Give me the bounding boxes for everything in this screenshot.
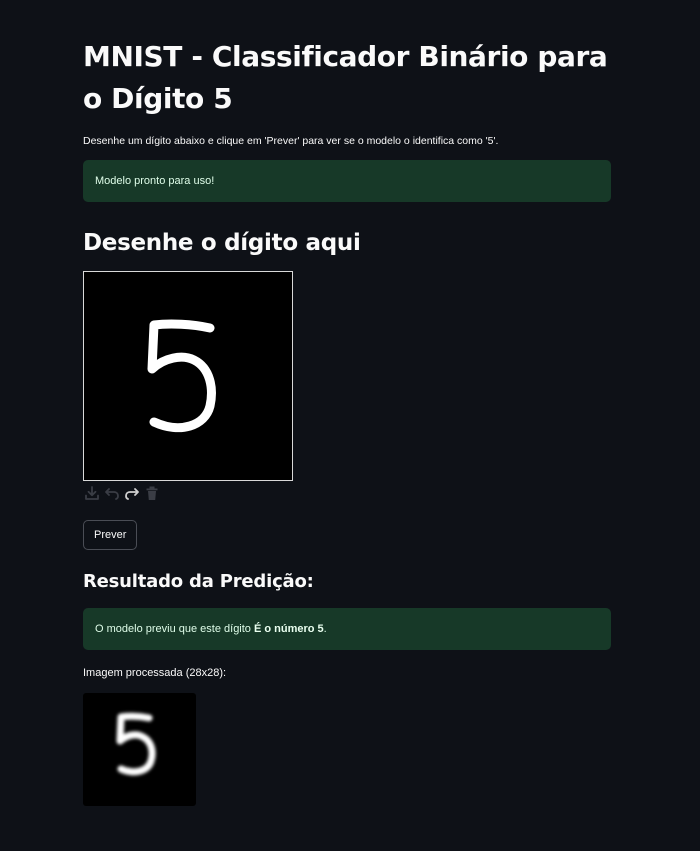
download-icon[interactable] bbox=[83, 484, 101, 502]
result-message-suffix: . bbox=[323, 623, 327, 635]
main-container: MNIST - Classificador Binário para o Díg… bbox=[83, 36, 611, 806]
undo-icon[interactable] bbox=[103, 484, 121, 502]
status-message: Modelo pronto para uso! bbox=[95, 175, 215, 187]
processed-image bbox=[83, 693, 196, 806]
trash-icon[interactable] bbox=[143, 484, 161, 502]
result-heading: Resultado da Predição: bbox=[83, 571, 314, 592]
canvas-heading: Desenhe o dígito aqui bbox=[83, 230, 361, 256]
result-alert: O modelo previu que este dígito É o núme… bbox=[83, 608, 611, 650]
processed-image-caption: Imagem processada (28x28): bbox=[83, 667, 227, 679]
canvas-toolbar bbox=[83, 484, 161, 502]
result-message-prefix: O modelo previu que este dígito bbox=[95, 623, 254, 635]
status-alert: Modelo pronto para uso! bbox=[83, 160, 611, 202]
page-title: MNIST - Classificador Binário para o Díg… bbox=[83, 40, 608, 115]
drawn-digit-stroke bbox=[147, 319, 216, 433]
result-message-emphasis: É o número 5 bbox=[253, 623, 324, 635]
page-description: Desenhe um dígito abaixo e clique em 'Pr… bbox=[83, 135, 499, 147]
redo-icon[interactable] bbox=[123, 484, 141, 502]
predict-button[interactable]: Prever bbox=[83, 520, 138, 550]
drawing-canvas[interactable] bbox=[83, 271, 293, 481]
